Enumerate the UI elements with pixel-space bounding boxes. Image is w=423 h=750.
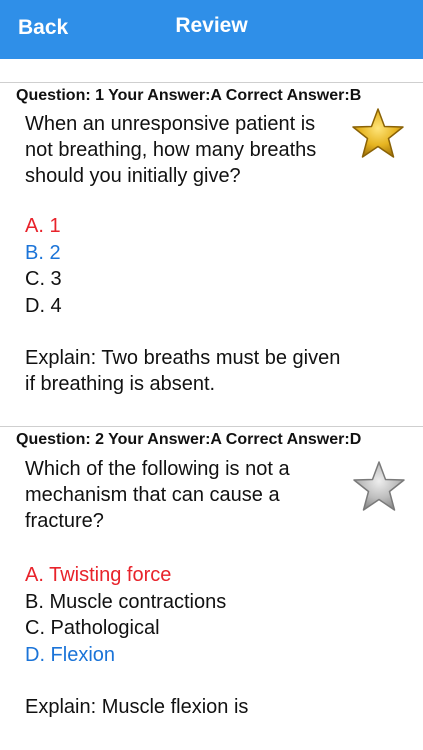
options-list: A. Twisting force B. Muscle contractions… (25, 562, 226, 668)
question-header: Question: 2 Your Answer:A Correct Answer… (0, 426, 423, 451)
option-c: C. 3 (25, 268, 62, 290)
explanation-text: Explain: Two breaths must be given if br… (25, 347, 341, 395)
option-c: C. Pathological (25, 617, 160, 639)
question-header-label: Question: 1 Your Answer:A Correct Answer… (16, 87, 362, 104)
gold-star-icon[interactable] (350, 107, 406, 161)
option-d: D. 4 (25, 294, 62, 317)
option-b: B. Muscle contractions (25, 590, 227, 613)
option-b: B. 2 (25, 241, 61, 264)
question-text: When an unresponsive patient is not brea… (25, 113, 317, 187)
question-text: Which of the following is not a mechanis… (25, 458, 290, 532)
option-a: A. Twisting force (25, 564, 172, 586)
nav-bar: Back Review (0, 0, 423, 59)
gray-star-icon[interactable] (351, 460, 407, 514)
question-header-label: Question: 2 Your Answer:A Correct Answer… (16, 431, 362, 448)
option-a: A. 1 (25, 215, 61, 237)
question-header: Question: 1 Your Answer:A Correct Answer… (0, 82, 423, 107)
option-d: D. Flexion (25, 643, 116, 666)
explanation-text: Explain: Muscle flexion is (25, 696, 249, 718)
page-title: Review (175, 14, 248, 37)
options-list: A. 1 B. 2 C. 3 D. 4 (25, 213, 62, 319)
